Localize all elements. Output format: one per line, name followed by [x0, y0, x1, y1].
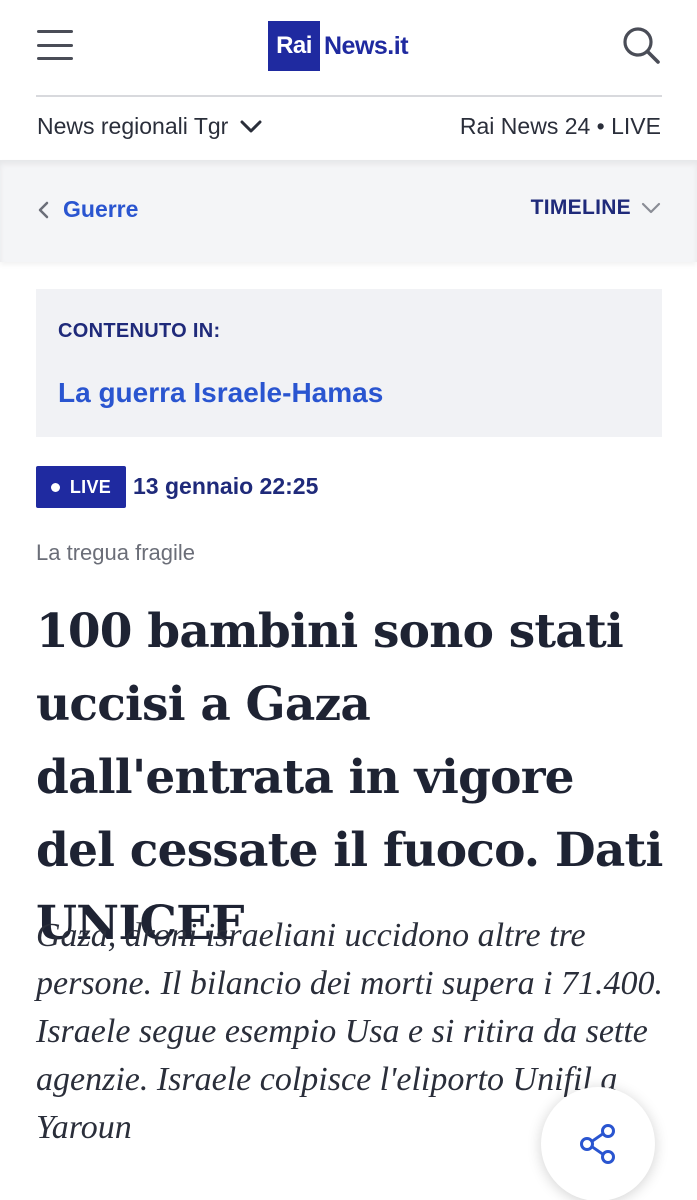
article-date: 13 gennaio 22:25 [133, 473, 319, 499]
timeline-dropdown[interactable]: TIMELINE [531, 196, 661, 220]
back-to-guerre-link[interactable]: Guerre [37, 196, 138, 223]
regional-news-dropdown[interactable]: News regionali Tgr [37, 113, 262, 140]
content-in-link[interactable]: La guerra Israele-Hamas [58, 377, 383, 409]
chevron-down-icon [641, 202, 661, 214]
logo-news-text: News.it [324, 31, 409, 60]
secondary-nav: News regionali Tgr Rai News 24 • LIVE [0, 97, 697, 159]
content-in-box: CONTENUTO IN: La guerra Israele-Hamas [36, 289, 662, 437]
regional-news-label: News regionali Tgr [37, 113, 229, 139]
timeline-label: TIMELINE [530, 196, 631, 219]
page: Rai News.it News regionali Tgr Rai News … [0, 0, 697, 1200]
content-in-label: CONTENUTO IN: [58, 320, 221, 342]
back-link-label: Guerre [63, 196, 139, 222]
share-icon [580, 1124, 615, 1164]
article-kicker: La tregua fragile [36, 540, 195, 565]
chevron-down-icon [240, 120, 262, 132]
top-header: Rai News.it [0, 0, 697, 96]
share-button[interactable] [541, 1087, 655, 1200]
rainews-logo[interactable]: Rai News.it [268, 21, 409, 71]
chevron-left-icon [38, 201, 49, 218]
live-badge-label: LIVE [69, 476, 112, 497]
search-icon[interactable] [620, 24, 662, 66]
hamburger-menu-icon[interactable] [37, 30, 73, 60]
rainews24-live-link[interactable]: Rai News 24 • LIVE [460, 113, 661, 140]
logo-rai-mark: Rai [268, 21, 320, 71]
live-dot-icon [50, 482, 60, 492]
live-badge: LIVE [36, 466, 126, 508]
breadcrumb-bar: Guerre TIMELINE [0, 160, 697, 262]
article-headline: 100 bambini sono stati uccisi a Gaza dal… [36, 604, 663, 951]
